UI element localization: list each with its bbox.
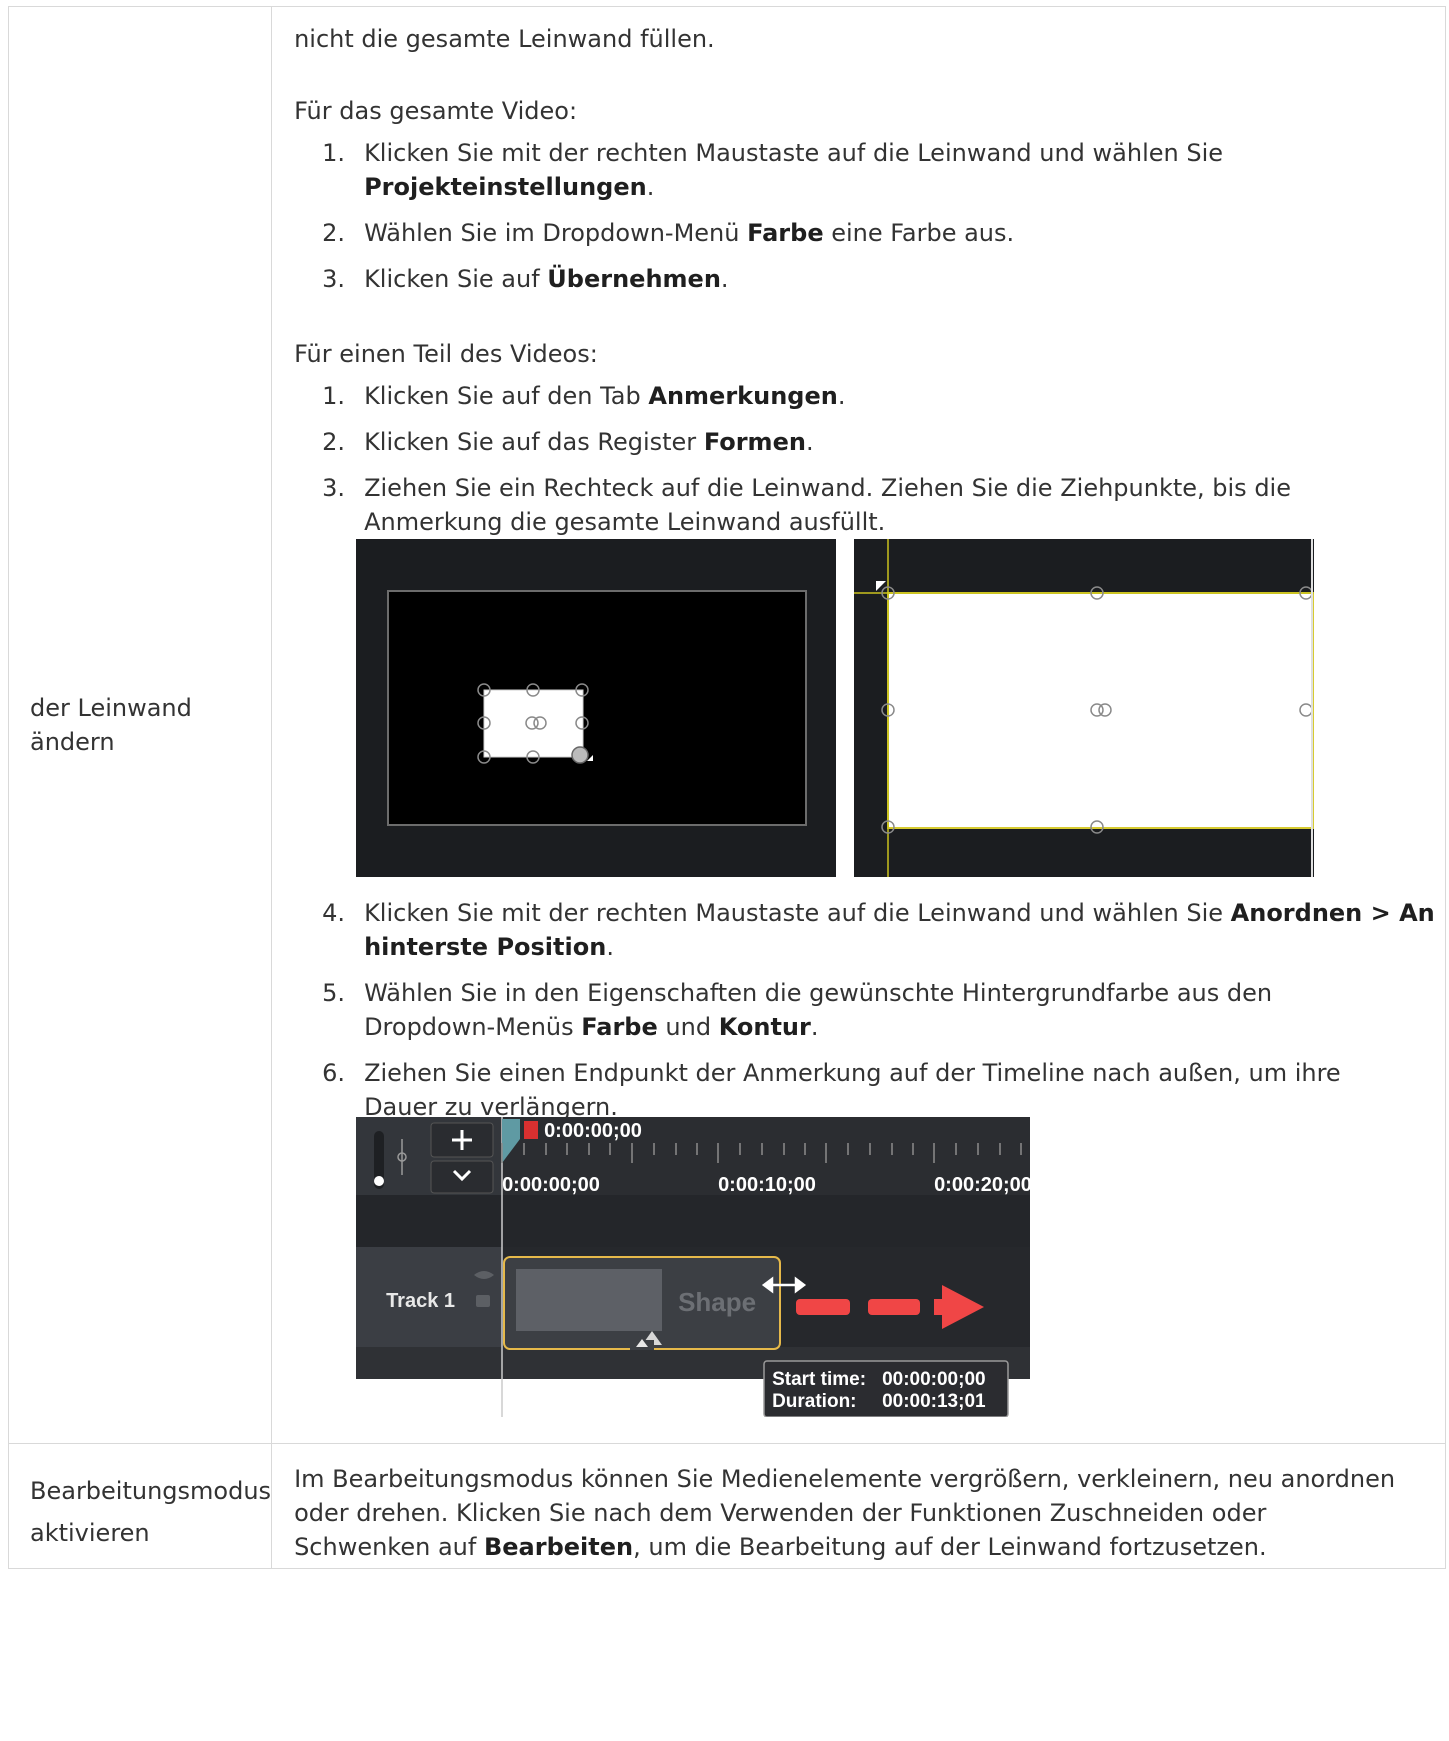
steps-list-whole: 1. Klicken Sie mit der rechten Maustaste… <box>294 136 1414 296</box>
list-item: 3. Ziehen Sie ein Rechteck auf die Leinw… <box>322 474 1291 536</box>
row-label: Bearbeitungsmodus aktivieren <box>30 1444 271 1554</box>
list-item: 1. Klicken Sie auf den Tab Anmerkungen. <box>322 382 846 410</box>
row-label-line: aktivieren <box>30 1519 150 1547</box>
table-row: der Leinwand ändern nicht die gesamte Le… <box>7 6 1449 1444</box>
paragraph: Im Bearbeitungsmodus können Sie Medienel… <box>294 1465 1396 1561</box>
ruler-label: 0:00:10;00 <box>718 1174 816 1196</box>
row-label-cell: der Leinwand ändern <box>7 6 273 1444</box>
clip-label[interactable]: Shape <box>678 1287 756 1317</box>
row-label: der Leinwand ändern <box>30 691 271 759</box>
row-label-line: ändern <box>30 728 115 756</box>
row-content-cell: Im Bearbeitungsmodus können Sie Medienel… <box>271 1443 1446 1569</box>
canvas-screenshot <box>356 539 1315 877</box>
ruler-label: 0:00:00;00 <box>502 1174 600 1196</box>
playhead-time: 0:00:00;00 <box>544 1120 642 1142</box>
row-label-line: Bearbeitungsmodus <box>30 1477 272 1505</box>
list-item: 3. Klicken Sie auf Übernehmen. <box>322 265 729 293</box>
steps-list-part-cont: 4. Klicken Sie mit der rechten Maustaste… <box>294 896 1449 1124</box>
section-heading: Für einen Teil des Videos: <box>294 340 598 368</box>
row-content-cell: nicht die gesamte Leinwand füllen. Für d… <box>271 6 1449 1444</box>
list-item: 2. Wählen Sie im Dropdown-Menü Farbe ein… <box>322 219 1015 247</box>
list-item: 2. Klicken Sie auf das Register Formen. <box>322 428 814 456</box>
timeline-screenshot: 0:00:00;00 0:00:00;00 0:00:10;00 0:00:20… <box>356 1117 1031 1417</box>
table-row: Bearbeitungsmodus aktivieren Im Bearbeit… <box>7 1443 1446 1569</box>
list-item: 4. Klicken Sie mit der rechten Maustaste… <box>322 899 1435 961</box>
section-heading: Für das gesamte Video: <box>294 97 578 125</box>
list-item: 6. Ziehen Sie einen Endpunkt der Anmerku… <box>322 1059 1341 1121</box>
steps-list-part: 1. Klicken Sie auf den Tab Anmerkungen. … <box>294 379 1434 539</box>
list-item: 5. Wählen Sie in den Eigenschaften die g… <box>322 979 1273 1041</box>
row-label-cell: Bearbeitungsmodus aktivieren <box>7 1443 273 1569</box>
steps-table: der Leinwand ändern nicht die gesamte Le… <box>7 6 1449 1569</box>
list-item: 1. Klicken Sie mit der rechten Maustaste… <box>322 139 1224 201</box>
row-label-line: der Leinwand <box>30 694 192 722</box>
intro-text: nicht die gesamte Leinwand füllen. <box>294 25 715 53</box>
clip-tooltip: Start time: 00:00:00;00 Duration: 00:00:13… <box>772 1369 986 1412</box>
track-name[interactable]: Track 1 <box>386 1289 455 1313</box>
ruler-label: 0:00:20;00 <box>934 1174 1031 1196</box>
